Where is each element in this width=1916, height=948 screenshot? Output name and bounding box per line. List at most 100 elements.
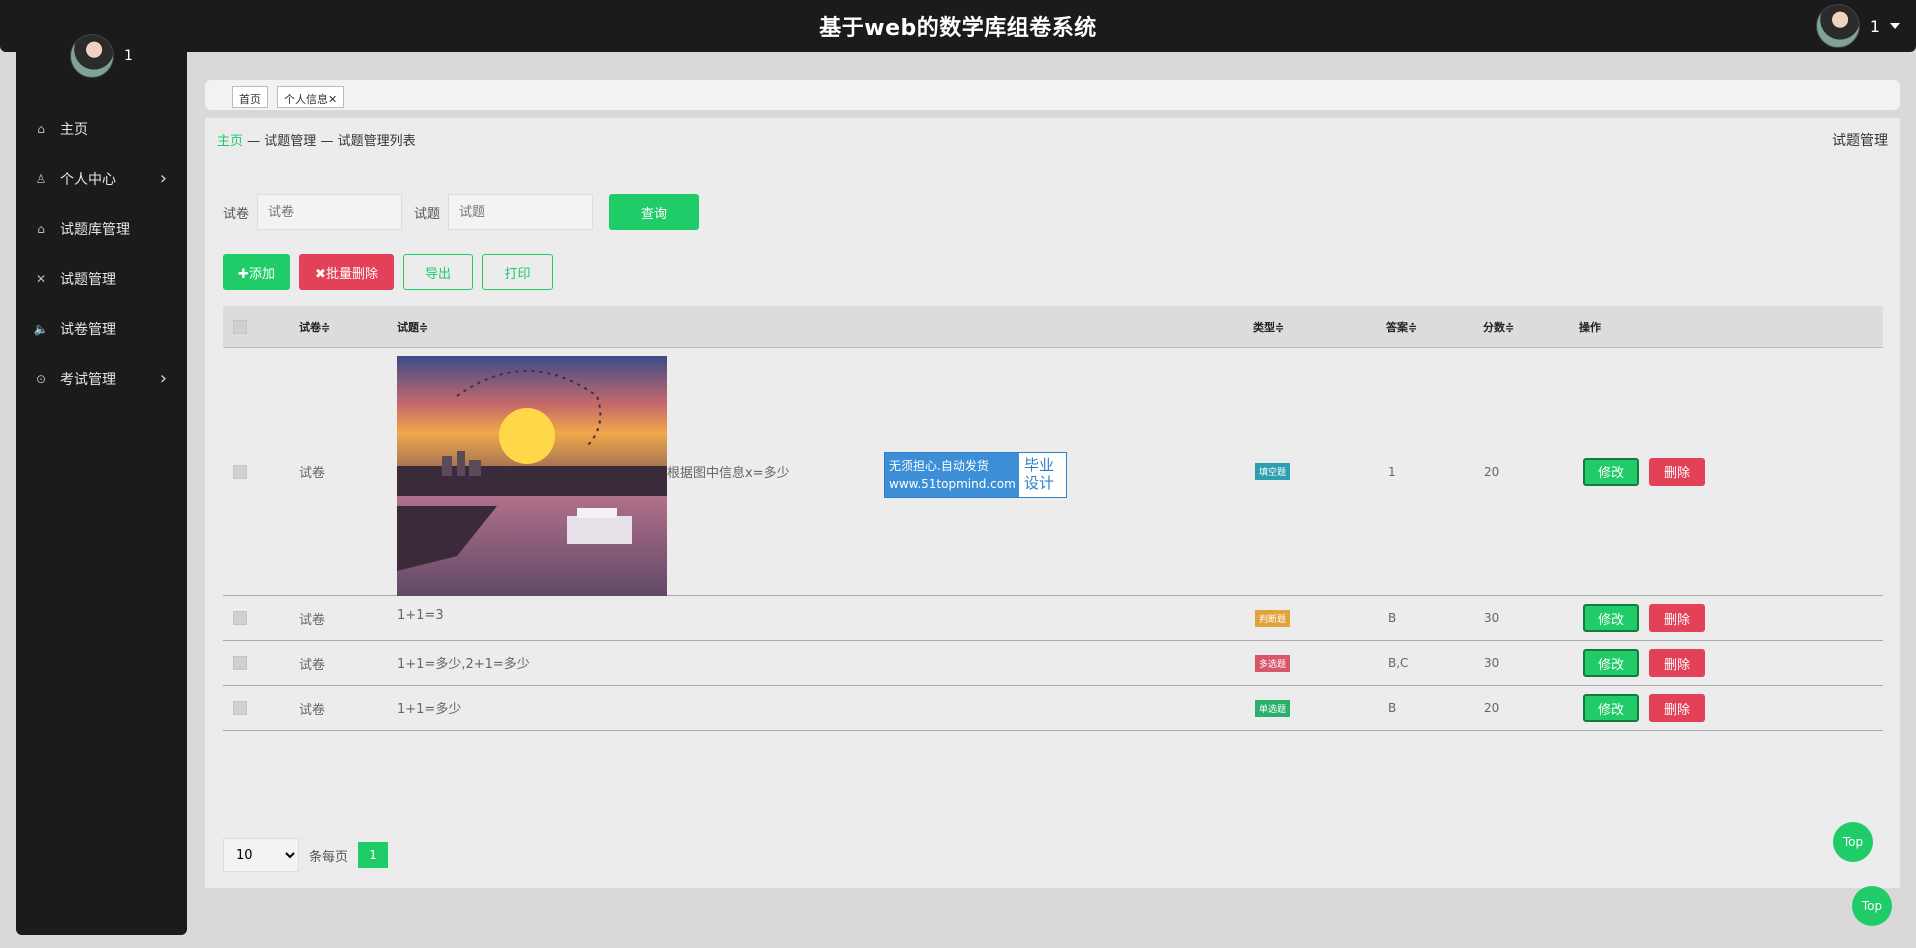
cell-paper: 试卷 bbox=[299, 657, 326, 673]
row-checkbox[interactable] bbox=[233, 611, 247, 625]
avatar bbox=[1815, 4, 1860, 48]
row-checkbox[interactable] bbox=[233, 701, 247, 715]
speaker-icon: 🔈 bbox=[33, 322, 49, 336]
sidebar-item-label: 试题库管理 bbox=[60, 222, 130, 238]
edit-button[interactable]: 修改 bbox=[1583, 649, 1639, 677]
search-button[interactable]: 查询 bbox=[609, 194, 700, 230]
row-checkbox-cell[interactable] bbox=[233, 596, 247, 640]
tab-home-label: 首页 bbox=[239, 93, 261, 106]
row-checkbox-cell[interactable] bbox=[233, 686, 247, 730]
tab-profile-label: 个人信息 bbox=[284, 93, 328, 106]
type-badge: 判断题 bbox=[1255, 609, 1291, 627]
sidebar-item-3[interactable]: ✕ 试题管理 bbox=[16, 254, 187, 304]
col-ops: 操作 bbox=[1579, 320, 1601, 334]
row-checkbox[interactable] bbox=[233, 656, 247, 670]
caret-down-icon bbox=[1890, 23, 1900, 29]
user-name: 1 bbox=[1869, 16, 1880, 36]
col-score[interactable]: 分数≑ bbox=[1483, 306, 1514, 347]
delete-button[interactable]: 删除 bbox=[1649, 457, 1705, 486]
batch-delete-button[interactable]: ✖批量删除 bbox=[299, 254, 394, 290]
content-panel: 主页 — 试题管理 — 试题管理列表 试题管理 试卷 试题 查询 ✚添加 ✖批量… bbox=[205, 118, 1900, 888]
cell-score: 20 bbox=[1484, 464, 1500, 479]
watermark-line1: 无须担心.自动发货 bbox=[889, 459, 989, 473]
cell-type: 单选题 bbox=[1255, 686, 1291, 730]
cell-question: 1+1=多少 bbox=[397, 702, 462, 717]
edit-button[interactable]: 修改 bbox=[1583, 694, 1639, 722]
add-button[interactable]: ✚添加 bbox=[223, 254, 290, 290]
sidebar-item-0[interactable]: ⌂ 主页 bbox=[16, 104, 187, 154]
table-row: 试卷 1+1=多少,2+1=多少 多选题 B,C 30 修改 删除 bbox=[223, 641, 1883, 686]
breadcrumb-home[interactable]: 主页 bbox=[217, 134, 243, 149]
breadcrumb-level1: 试题管理 bbox=[264, 134, 317, 149]
back-to-top-button-fixed[interactable]: Top bbox=[1852, 886, 1892, 926]
export-button[interactable]: 导出 bbox=[403, 254, 473, 290]
pagination: 10 条每页 1 bbox=[223, 838, 389, 872]
sidebar-item-label: 主页 bbox=[60, 122, 88, 138]
table-header: 试卷≑ 试题≑ 类型≑ 答案≑ 分数≑ 操作 bbox=[223, 306, 1883, 348]
cell-answer: B bbox=[1388, 701, 1397, 715]
row-checkbox-cell[interactable] bbox=[233, 641, 247, 685]
sidebar-avatar bbox=[70, 34, 114, 78]
type-badge: 单选题 bbox=[1255, 699, 1291, 717]
watermark-right2: 设计 bbox=[1024, 474, 1055, 492]
questions-table: 试卷≑ 试题≑ 类型≑ 答案≑ 分数≑ 操作 试卷 根据图中信息x=多少 填空题 1 2… bbox=[223, 306, 1883, 731]
table-row: 试卷 根据图中信息x=多少 填空题 1 20 修改 删除 无须担心.自动发货 www.51top… bbox=[223, 348, 1883, 626]
sidebar-item-label: 考试管理 bbox=[60, 372, 116, 388]
tab-profile[interactable]: 个人信息✕ bbox=[277, 86, 345, 108]
paper-search-input[interactable] bbox=[257, 194, 403, 230]
cell-type: 填空题 bbox=[1255, 348, 1291, 595]
question-label: 试题 bbox=[414, 206, 441, 222]
row-checkbox[interactable] bbox=[233, 464, 247, 479]
watermark-banner: 无须担心.自动发货 www.51topmind.com 毕业 设计 bbox=[884, 452, 1067, 498]
type-badge: 多选题 bbox=[1255, 654, 1291, 672]
select-all-checkbox[interactable] bbox=[233, 319, 247, 334]
action-buttons: ✚添加 ✖批量删除 导出 打印 bbox=[223, 254, 553, 290]
col-paper[interactable]: 试卷≑ bbox=[299, 306, 330, 347]
delete-button[interactable]: 删除 bbox=[1649, 604, 1705, 632]
home-icon: ⌂ bbox=[37, 122, 45, 136]
sidebar-item-4[interactable]: 🔈 试卷管理 bbox=[16, 304, 187, 354]
tab-home[interactable]: 首页 bbox=[232, 86, 268, 108]
cell-paper: 试卷 bbox=[299, 702, 326, 718]
cell-paper: 试卷 bbox=[299, 612, 326, 628]
top-header: 基于web的数学库组卷系统 1 bbox=[0, 0, 1916, 52]
cell-paper: 试卷 bbox=[299, 466, 326, 481]
app-title: 基于web的数学库组卷系统 bbox=[819, 16, 1097, 41]
watermark-right1: 毕业 bbox=[1024, 456, 1055, 474]
cell-question: 1+1=3 bbox=[397, 608, 444, 623]
sidebar-menu: ⌂ 主页 ♙ 个人中心 › ⌂ 试题库管理 ✕ 试题管理 🔈 试卷管理 ⊙ 考试管理 › bbox=[16, 104, 187, 404]
col-question[interactable]: 试题≑ bbox=[397, 306, 428, 347]
per-page-label: 条每页 bbox=[309, 849, 349, 865]
col-answer[interactable]: 答案≑ bbox=[1386, 306, 1417, 347]
question-search-input[interactable] bbox=[448, 194, 594, 230]
delete-button[interactable]: 删除 bbox=[1649, 694, 1705, 722]
delete-button[interactable]: 删除 bbox=[1649, 649, 1705, 677]
home-icon: ⌂ bbox=[37, 222, 45, 236]
breadcrumb-separator: — bbox=[247, 134, 261, 149]
cell-score: 20 bbox=[1484, 701, 1500, 715]
print-button[interactable]: 打印 bbox=[482, 254, 553, 290]
user-icon: ♙ bbox=[35, 172, 47, 186]
col-type[interactable]: 类型≑ bbox=[1253, 306, 1284, 347]
select-all-checkbox-cell[interactable] bbox=[233, 306, 247, 347]
main-content: 首页 个人信息✕ 主页 — 试题管理 — 试题管理列表 试题管理 试卷 试题 查… bbox=[205, 80, 1900, 888]
edit-button[interactable]: 修改 bbox=[1583, 604, 1639, 632]
type-badge: 填空题 bbox=[1255, 463, 1291, 480]
row-checkbox-cell[interactable] bbox=[233, 348, 247, 595]
sidebar-item-2[interactable]: ⌂ 试题库管理 bbox=[16, 204, 187, 254]
cell-type: 多选题 bbox=[1255, 641, 1291, 685]
page-number-1[interactable]: 1 bbox=[358, 842, 389, 868]
back-to-top-button[interactable]: Top bbox=[1833, 822, 1873, 862]
close-icon: ✕ bbox=[35, 272, 47, 286]
sidebar-item-1[interactable]: ♙ 个人中心 › bbox=[16, 154, 187, 204]
user-menu[interactable]: 1 bbox=[1815, 4, 1900, 48]
cell-answer: 1 bbox=[1388, 464, 1396, 479]
page-size-select[interactable]: 10 bbox=[223, 838, 299, 872]
watermark-line2: www.51topmind.com bbox=[889, 477, 1016, 491]
chevron-right-icon: › bbox=[159, 368, 167, 389]
close-icon[interactable]: ✕ bbox=[328, 93, 337, 106]
sidebar-item-5[interactable]: ⊙ 考试管理 › bbox=[16, 354, 187, 404]
sidebar-profile: 1 bbox=[70, 34, 133, 78]
edit-button[interactable]: 修改 bbox=[1583, 457, 1639, 486]
search-form: 试卷 试题 查询 bbox=[223, 194, 700, 230]
